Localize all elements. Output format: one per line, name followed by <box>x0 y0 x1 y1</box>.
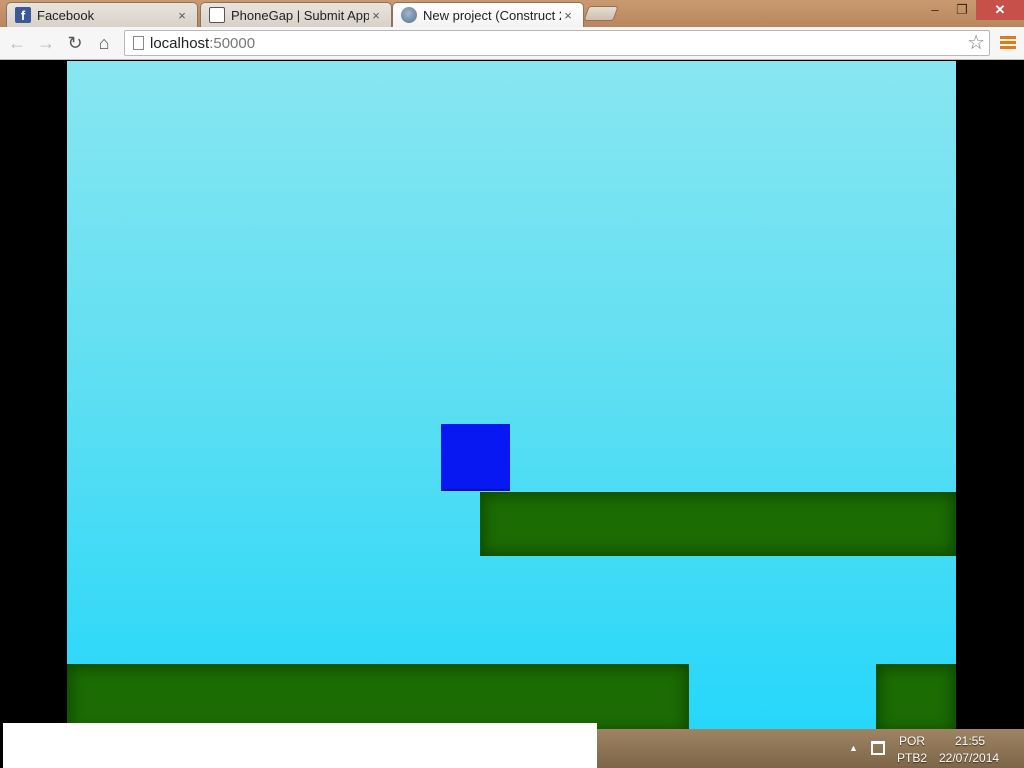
new-tab-button[interactable] <box>583 6 619 21</box>
url-port: :50000 <box>209 35 256 52</box>
tab-phonegap[interactable]: PhoneGap | Submit Apps × <box>200 2 392 27</box>
page-icon <box>133 36 144 50</box>
back-button[interactable]: ← <box>5 32 29 54</box>
tab-title: Facebook <box>37 7 95 23</box>
phonegap-icon <box>209 7 225 23</box>
restore-button[interactable]: ❐ <box>949 0 975 20</box>
close-window-button[interactable]: ✕ <box>976 0 1024 20</box>
clock-time[interactable]: 21:55 <box>955 734 985 748</box>
url-host: localhost <box>150 35 210 52</box>
language-indicator[interactable]: POR <box>899 734 925 748</box>
url-text: localhost:50000 <box>150 35 255 52</box>
clock-date[interactable]: 22/07/2014 <box>939 751 999 765</box>
tab-strip: f Facebook × PhoneGap | Submit Apps × Ne… <box>0 0 1024 27</box>
tab-new-project[interactable]: New project (Construct 2 | × <box>392 2 584 27</box>
upper-platform <box>480 492 956 556</box>
tab-title: New project (Construct 2 | <box>423 7 561 23</box>
home-button[interactable]: ⌂ <box>92 32 116 54</box>
ground-platform-right <box>876 664 956 734</box>
game-canvas[interactable] <box>67 61 956 768</box>
keyboard-layout-indicator[interactable]: PTB2 <box>897 751 927 765</box>
globe-icon <box>401 7 417 23</box>
player-block <box>441 424 510 491</box>
network-icon[interactable] <box>871 741 885 755</box>
blank-overlay-panel <box>3 723 597 768</box>
reload-button[interactable]: ↻ <box>63 32 87 54</box>
screen: f Facebook × PhoneGap | Submit Apps × Ne… <box>0 0 1024 768</box>
address-bar[interactable]: localhost:50000 ☆ <box>124 30 990 56</box>
bookmark-star-icon[interactable]: ☆ <box>967 32 985 54</box>
chrome-menu-icon[interactable] <box>1000 36 1016 50</box>
tab-title: PhoneGap | Submit Apps <box>231 7 369 23</box>
tab-close-icon[interactable]: × <box>561 8 575 23</box>
browser-toolbar: ← → ↻ ⌂ localhost:50000 ☆ <box>0 27 1024 60</box>
show-hidden-icons-button[interactable]: ▲ <box>849 743 858 753</box>
minimize-button[interactable]: – <box>922 0 948 20</box>
tab-facebook[interactable]: f Facebook × <box>6 2 198 27</box>
tab-close-icon[interactable]: × <box>175 8 189 23</box>
page-viewport <box>0 61 1024 768</box>
facebook-icon: f <box>15 7 31 23</box>
forward-button[interactable]: → <box>34 32 58 54</box>
tab-close-icon[interactable]: × <box>369 8 383 23</box>
